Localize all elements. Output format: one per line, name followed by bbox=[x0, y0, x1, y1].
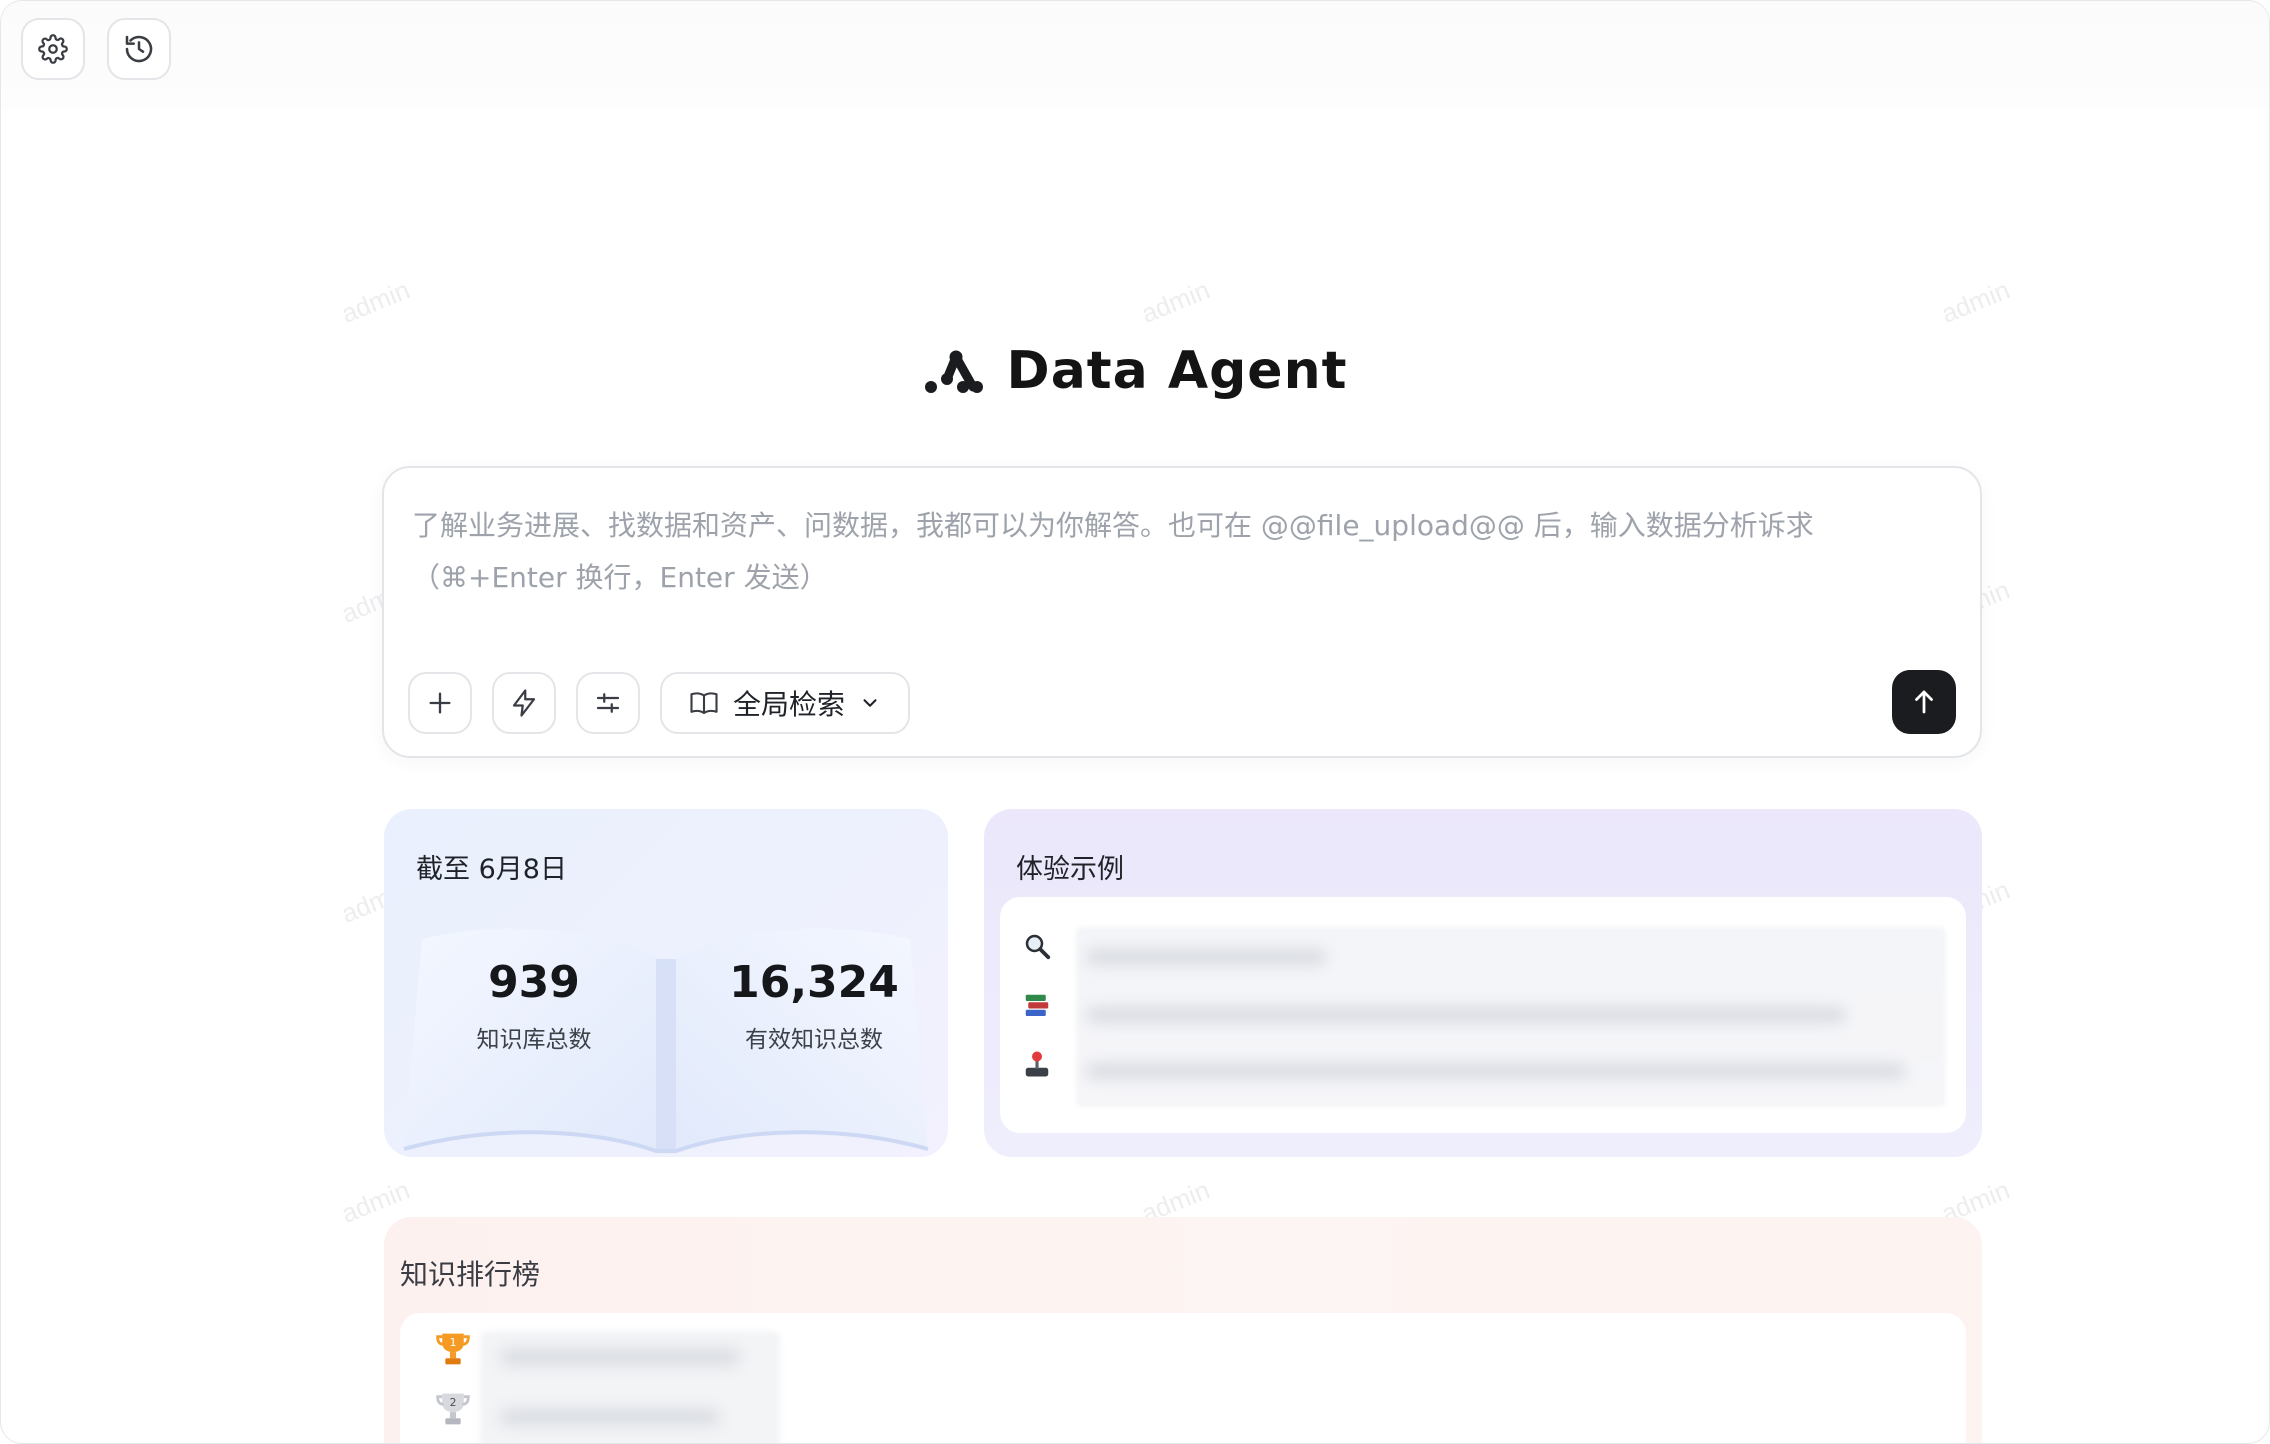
ranking-items-blurred[interactable] bbox=[480, 1331, 780, 1443]
joystick-icon bbox=[1025, 1051, 1049, 1077]
knowledge-stats-card: 截至 6月8日 939 知识库总数 16,324 有效知识总数 bbox=[384, 809, 948, 1157]
watermark: admin bbox=[337, 274, 414, 329]
query-input-box[interactable]: 了解业务进展、找数据和资产、问数据，我都可以为你解答。也可在 @@file_up… bbox=[382, 466, 1982, 758]
kb-total-stat: 939 知识库总数 bbox=[444, 957, 624, 1054]
stats-date-title: 截至 6月8日 bbox=[416, 854, 567, 885]
history-icon bbox=[125, 35, 153, 63]
books-icon bbox=[1025, 994, 1049, 1016]
search-scope-label: 全局检索 bbox=[732, 688, 845, 721]
plus-icon bbox=[429, 692, 451, 714]
gold-trophy-icon: 1 bbox=[436, 1333, 470, 1365]
watermark: admin bbox=[1137, 274, 1214, 329]
lightning-icon bbox=[512, 689, 536, 717]
app-title: Data Agent bbox=[1006, 341, 1348, 401]
magnifier-icon bbox=[1025, 934, 1051, 960]
settings-sliders-button[interactable] bbox=[576, 672, 640, 734]
brand-header: Data Agent bbox=[1, 341, 2269, 401]
knowledge-ranking-card: 知识排行榜 1 2 bbox=[384, 1217, 1982, 1443]
ranking-title: 知识排行榜 bbox=[400, 1258, 541, 1291]
examples-card: 体验示例 bbox=[984, 809, 1982, 1157]
examples-list bbox=[1000, 897, 1966, 1133]
list-item[interactable]: 1 bbox=[434, 1329, 472, 1373]
send-button[interactable] bbox=[1892, 670, 1956, 734]
sliders-icon bbox=[596, 693, 620, 713]
chevron-down-icon bbox=[863, 699, 877, 707]
list-item[interactable] bbox=[1022, 931, 1052, 961]
query-placeholder[interactable]: 了解业务进展、找数据和资产、问数据，我都可以为你解答。也可在 @@file_up… bbox=[412, 500, 1952, 604]
list-item[interactable]: 2 bbox=[434, 1389, 472, 1433]
kb-total-value: 939 bbox=[488, 957, 580, 1008]
valid-total-stat: 16,324 有效知识总数 bbox=[704, 957, 924, 1054]
page: admin admin admin admin admin admin admi… bbox=[0, 0, 2270, 1444]
add-button[interactable] bbox=[408, 672, 472, 734]
top-bar bbox=[1, 1, 2269, 109]
watermark: admin bbox=[1937, 274, 2014, 329]
ranking-list: 1 2 bbox=[400, 1313, 1966, 1443]
rank-number: 2 bbox=[450, 1396, 457, 1409]
book-icon bbox=[690, 692, 718, 715]
list-item[interactable] bbox=[1022, 991, 1052, 1021]
quick-action-button[interactable] bbox=[492, 672, 556, 734]
example-items-blurred[interactable] bbox=[1076, 927, 1946, 1107]
search-scope-dropdown[interactable]: 全局检索 bbox=[660, 672, 910, 734]
gear-icon bbox=[38, 34, 68, 64]
history-button[interactable] bbox=[107, 18, 171, 80]
examples-title: 体验示例 bbox=[1016, 854, 1124, 885]
valid-total-label: 有效知识总数 bbox=[745, 1027, 883, 1053]
rank-number: 1 bbox=[450, 1336, 457, 1349]
valid-total-value: 16,324 bbox=[729, 957, 899, 1008]
kb-total-label: 知识库总数 bbox=[476, 1027, 592, 1053]
list-item[interactable] bbox=[1022, 1049, 1052, 1079]
silver-trophy-icon: 2 bbox=[436, 1393, 470, 1425]
settings-button[interactable] bbox=[21, 18, 85, 80]
logo-icon bbox=[924, 350, 983, 393]
arrow-up-icon bbox=[1915, 690, 1933, 714]
